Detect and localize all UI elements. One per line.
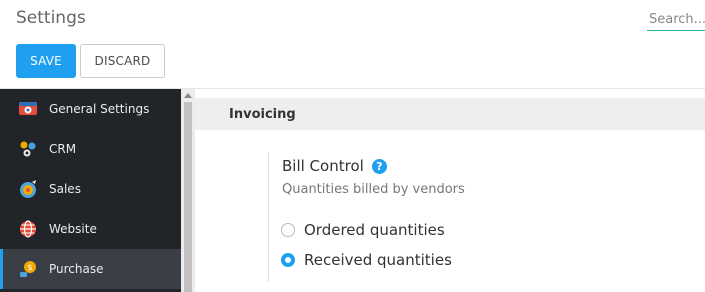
sidebar-item-general-settings[interactable]: General Settings <box>0 89 181 129</box>
radio-label: Received quantities <box>304 251 452 269</box>
sidebar-item-label: Website <box>49 222 97 236</box>
website-icon <box>17 218 39 240</box>
radio-ordered-quantities[interactable]: Ordered quantities <box>281 221 445 239</box>
sidebar-item-label: CRM <box>49 142 77 156</box>
section-header: Invoicing <box>195 98 705 130</box>
sidebar-item-label: Purchase <box>49 262 104 276</box>
radio-label: Ordered quantities <box>304 221 445 239</box>
scroll-up-arrow-icon[interactable] <box>181 89 195 101</box>
page-title: Settings <box>16 8 86 28</box>
sales-icon <box>17 178 39 200</box>
search-input[interactable] <box>647 8 705 31</box>
radio-button[interactable] <box>281 223 295 237</box>
scrollbar-thumb[interactable] <box>184 102 192 292</box>
radio-received-quantities[interactable]: Received quantities <box>281 251 452 269</box>
settings-sidebar: General Settings CRM Sales Website $ Pur… <box>0 89 181 292</box>
radio-button-checked[interactable] <box>281 253 295 267</box>
save-button[interactable]: SAVE <box>16 44 76 78</box>
setting-title-label: Bill Control <box>282 157 364 175</box>
help-icon[interactable]: ? <box>371 158 387 174</box>
discard-button[interactable]: DISCARD <box>80 44 165 78</box>
sidebar-item-label: Sales <box>49 182 81 196</box>
svg-text:$: $ <box>27 263 32 272</box>
sidebar-item-crm[interactable]: CRM <box>0 129 181 169</box>
section-title: Invoicing <box>229 106 296 122</box>
setting-divider <box>268 152 269 282</box>
sidebar-item-sales[interactable]: Sales <box>0 169 181 209</box>
sidebar-item-purchase[interactable]: $ Purchase <box>0 249 181 289</box>
sidebar-item-website[interactable]: Website <box>0 209 181 249</box>
crm-icon <box>17 138 39 160</box>
purchase-icon: $ <box>17 258 39 280</box>
setting-description: Quantities billed by vendors <box>282 182 465 197</box>
sidebar-scrollbar[interactable] <box>181 89 195 292</box>
sidebar-item-label: General Settings <box>49 102 150 116</box>
setting-title: Bill Control ? <box>282 157 387 175</box>
settings-icon <box>17 98 39 120</box>
